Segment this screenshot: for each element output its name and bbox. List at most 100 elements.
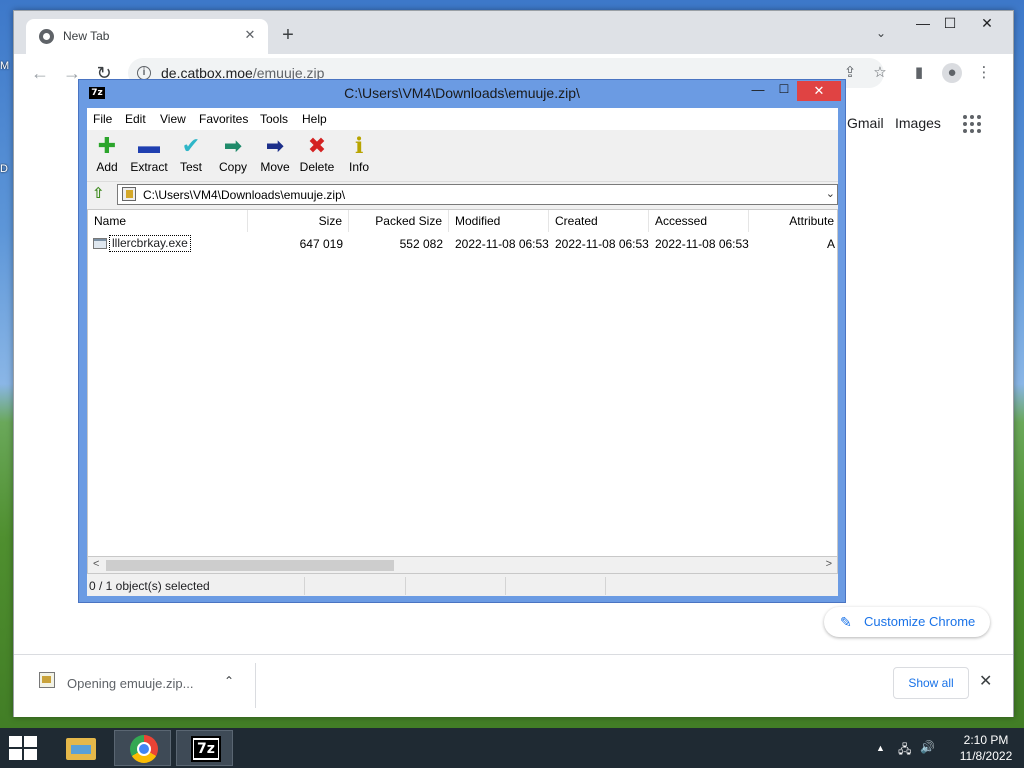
- side-panel-icon[interactable]: ▮: [909, 63, 929, 83]
- file-list: Name Size Packed Size Modified Created A…: [87, 209, 838, 557]
- pencil-icon: ✎: [840, 614, 852, 630]
- download-options-chevron-icon[interactable]: ⌃: [224, 674, 234, 688]
- status-cell: [305, 577, 406, 595]
- menu-help[interactable]: Help: [302, 112, 327, 126]
- scroll-left-icon[interactable]: <: [93, 558, 99, 570]
- tab-strip: New Tab ✕ + ⌄ — ☐ ✕: [14, 11, 1013, 54]
- copy-label: Copy: [218, 160, 247, 174]
- column-header-attributes[interactable]: Attribute: [749, 210, 837, 232]
- minus-icon: ▬: [138, 133, 160, 158]
- tray-overflow-icon[interactable]: ▲: [876, 743, 885, 753]
- scroll-right-icon[interactable]: >: [826, 558, 832, 570]
- check-icon: ✔: [181, 133, 201, 158]
- taskbar-file-explorer[interactable]: [52, 730, 109, 766]
- menu-favorites[interactable]: Favorites: [199, 112, 248, 126]
- bookmark-star-icon[interactable]: ☆: [870, 63, 890, 83]
- clock-time: 2:10 PM: [963, 733, 1009, 747]
- move-button[interactable]: ➡ Move: [255, 134, 295, 180]
- sevenzip-minimize-button[interactable]: —: [749, 82, 767, 100]
- extract-button[interactable]: ▬ Extract: [129, 134, 169, 180]
- clock[interactable]: 2:10 PM 11/8/2022: [956, 732, 1016, 764]
- info-label: Info: [348, 160, 369, 174]
- show-all-button[interactable]: Show all: [893, 667, 969, 699]
- exe-file-icon: [93, 238, 107, 249]
- back-arrow-icon[interactable]: ←: [28, 61, 52, 85]
- customize-chrome-button[interactable]: ✎ Customize Chrome: [824, 607, 990, 637]
- column-header-created[interactable]: Created: [549, 210, 649, 232]
- google-apps-icon[interactable]: [963, 115, 981, 133]
- archive-icon: [122, 187, 136, 201]
- folder-icon: [66, 738, 96, 760]
- taskbar-chrome[interactable]: [114, 730, 171, 766]
- info-button[interactable]: ℹ Info: [339, 134, 379, 180]
- tab-new-tab[interactable]: New Tab ✕: [26, 19, 268, 54]
- customize-chrome-label: Customize Chrome: [864, 614, 976, 629]
- address-row: ⇧ C:\Users\VM4\Downloads\emuuje.zip\ ⌄: [87, 182, 838, 208]
- desktop-icon-label[interactable]: M: [0, 60, 10, 72]
- volume-icon[interactable]: 🔊: [920, 740, 935, 754]
- column-header-size[interactable]: Size: [248, 210, 349, 232]
- extract-label: Extract: [130, 160, 168, 174]
- taskbar: 7z ▲ 🖧 🔊 2:10 PM 11/8/2022: [0, 728, 1024, 768]
- menu-file[interactable]: File: [93, 112, 112, 126]
- profile-avatar-icon[interactable]: ●: [942, 63, 962, 83]
- minimize-button[interactable]: —: [908, 13, 938, 33]
- menu-tools[interactable]: Tools: [260, 112, 288, 126]
- zip-file-icon: [39, 672, 55, 688]
- download-item-name[interactable]: Opening emuuje.zip...: [67, 676, 193, 691]
- network-icon[interactable]: 🖧: [898, 740, 911, 761]
- menu-edit[interactable]: Edit: [125, 112, 146, 126]
- download-divider: [255, 663, 256, 708]
- sevenzip-maximize-button[interactable]: ☐: [775, 82, 793, 100]
- delete-label: Delete: [299, 160, 335, 174]
- windows-start-icon[interactable]: [9, 736, 37, 760]
- menu-bar: File Edit View Favorites Tools Help: [87, 108, 838, 130]
- status-selection: 0 / 1 object(s) selected: [87, 577, 305, 595]
- tab-title: New Tab: [63, 29, 110, 43]
- test-button[interactable]: ✔ Test: [171, 134, 211, 180]
- file-packed-size: 552 082: [399, 237, 443, 251]
- scrollbar-thumb[interactable]: [106, 560, 394, 571]
- up-folder-icon[interactable]: ⇧: [92, 186, 108, 202]
- delete-x-icon: ✖: [307, 133, 327, 158]
- gmail-link[interactable]: Gmail: [847, 115, 884, 131]
- column-header-modified[interactable]: Modified: [449, 210, 549, 232]
- tab-close-icon[interactable]: ✕: [240, 25, 260, 45]
- taskbar-sevenzip[interactable]: 7z: [176, 730, 233, 766]
- copy-button[interactable]: ➡ Copy: [213, 134, 253, 180]
- add-button[interactable]: ✚ Add: [87, 134, 127, 180]
- file-name[interactable]: lllercbrkay.exe: [109, 235, 191, 252]
- images-link[interactable]: Images: [895, 115, 941, 131]
- path-combobox[interactable]: C:\Users\VM4\Downloads\emuuje.zip\ ⌄: [117, 184, 838, 205]
- sevenzip-client: File Edit View Favorites Tools Help ✚ Ad…: [87, 108, 838, 596]
- new-tab-button[interactable]: +: [278, 25, 298, 46]
- column-header-name[interactable]: Name: [88, 210, 248, 232]
- file-size: 647 019: [299, 237, 343, 251]
- path-text: C:\Users\VM4\Downloads\emuuje.zip\: [143, 188, 346, 202]
- maximize-button[interactable]: ☐: [935, 13, 965, 33]
- file-created: 2022-11-08 06:53: [555, 237, 649, 251]
- site-info-icon[interactable]: i: [137, 66, 151, 80]
- more-menu-icon[interactable]: ⋮: [974, 63, 994, 83]
- download-shelf: Opening emuuje.zip... ⌃ Show all ✕: [14, 654, 1013, 717]
- sevenzip-titlebar[interactable]: 7z C:\Users\VM4\Downloads\emuuje.zip\ — …: [79, 80, 845, 106]
- sevenzip-window: 7z C:\Users\VM4\Downloads\emuuje.zip\ — …: [78, 79, 846, 603]
- download-shelf-close-icon[interactable]: ✕: [979, 671, 992, 691]
- move-arrow-icon: ➡: [265, 133, 285, 158]
- menu-view[interactable]: View: [160, 112, 186, 126]
- column-header-accessed[interactable]: Accessed: [649, 210, 749, 232]
- window-close-button[interactable]: ✕: [972, 13, 1002, 33]
- delete-button[interactable]: ✖ Delete: [297, 134, 337, 180]
- desktop-icon-label[interactable]: D: [0, 163, 10, 175]
- file-attributes: A: [826, 237, 835, 251]
- column-header-packed-size[interactable]: Packed Size: [349, 210, 449, 232]
- add-label: Add: [96, 160, 118, 174]
- sevenzip-close-button[interactable]: ✕: [797, 81, 841, 101]
- test-label: Test: [179, 160, 202, 174]
- path-dropdown-chevron-icon[interactable]: ⌄: [826, 187, 835, 200]
- clock-date: 11/8/2022: [959, 749, 1013, 763]
- move-label: Move: [260, 160, 290, 174]
- tab-search-chevron-icon[interactable]: ⌄: [876, 26, 886, 40]
- sevenzip-title: C:\Users\VM4\Downloads\emuuje.zip\: [344, 85, 580, 101]
- horizontal-scrollbar[interactable]: < >: [87, 557, 838, 574]
